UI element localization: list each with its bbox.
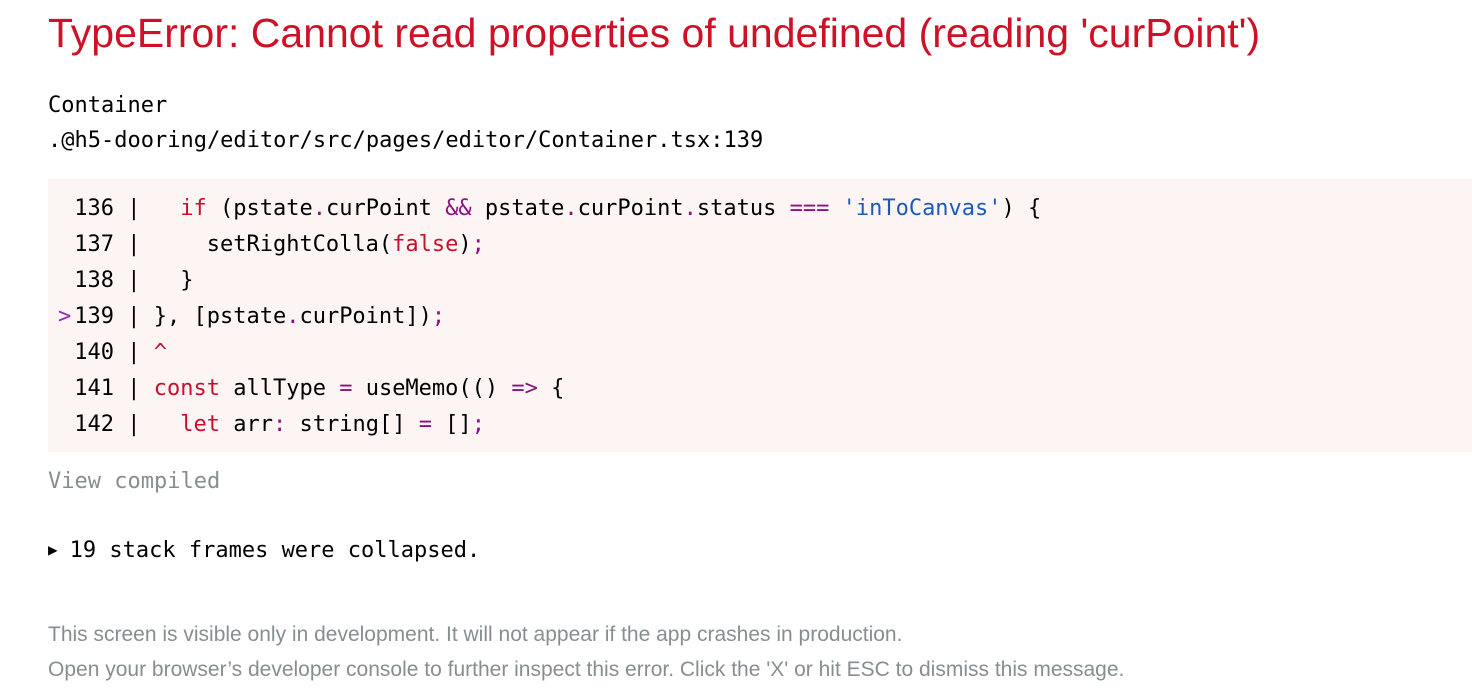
code-line: 140 | ^ — [48, 335, 1472, 371]
line-separator: | — [127, 232, 141, 257]
line-number: 137 — [74, 232, 114, 257]
line-separator: | — [127, 268, 141, 293]
code-line-highlighted: >139 | }, [pstate.curPoint]); — [48, 299, 1472, 335]
line-marker: > — [58, 304, 72, 329]
line-separator: | — [127, 412, 141, 437]
line-separator: | — [127, 304, 141, 329]
footer-console-hint: Open your browser’s developer console to… — [48, 658, 1125, 681]
footer-dev-notice: This screen is visible only in developme… — [48, 623, 903, 646]
line-code: }, [pstate.curPoint]); — [140, 304, 446, 329]
stack-frames-label: 19 stack frames were collapsed. — [69, 538, 481, 563]
code-line: 137 | setRightColla(false); — [48, 227, 1472, 263]
code-line: 138 | } — [48, 263, 1472, 299]
expand-triangle-icon: ▶ — [48, 540, 58, 559]
stack-frames-toggle[interactable]: ▶ 19 stack frames were collapsed. — [48, 534, 480, 567]
error-component-name: Container — [48, 93, 168, 118]
line-number: 140 — [74, 340, 114, 365]
line-separator: | — [127, 196, 141, 221]
error-file-path[interactable]: .@h5-dooring/editor/src/pages/editor/Con… — [48, 125, 763, 157]
line-number: 142 — [74, 412, 114, 437]
code-line: 141 | const allType = useMemo(() => { — [48, 371, 1472, 407]
error-overlay: TypeError: Cannot read properties of und… — [0, 0, 1472, 694]
code-line: 142 | let arr: string[] = []; — [48, 407, 1472, 443]
code-line: 136 | if (pstate.curPoint && pstate.curP… — [48, 191, 1472, 227]
line-code: if (pstate.curPoint && pstate.curPoint.s… — [180, 196, 1042, 221]
view-compiled-link[interactable]: View compiled — [48, 466, 220, 498]
line-code: let arr: string[] = []; — [180, 412, 485, 437]
line-separator: | — [127, 340, 141, 365]
line-number: 139 — [74, 304, 114, 329]
line-number: 136 — [74, 196, 114, 221]
code-frame: 136 | if (pstate.curPoint && pstate.curP… — [48, 179, 1472, 452]
line-separator: | — [127, 376, 141, 401]
error-title: TypeError: Cannot read properties of und… — [48, 10, 1261, 56]
line-number: 138 — [74, 268, 114, 293]
line-number: 141 — [74, 376, 114, 401]
line-code: setRightColla(false); — [140, 232, 485, 257]
line-code: const allType = useMemo(() => { — [153, 376, 565, 401]
line-code: ^ — [153, 340, 167, 365]
line-code: } — [140, 268, 194, 293]
